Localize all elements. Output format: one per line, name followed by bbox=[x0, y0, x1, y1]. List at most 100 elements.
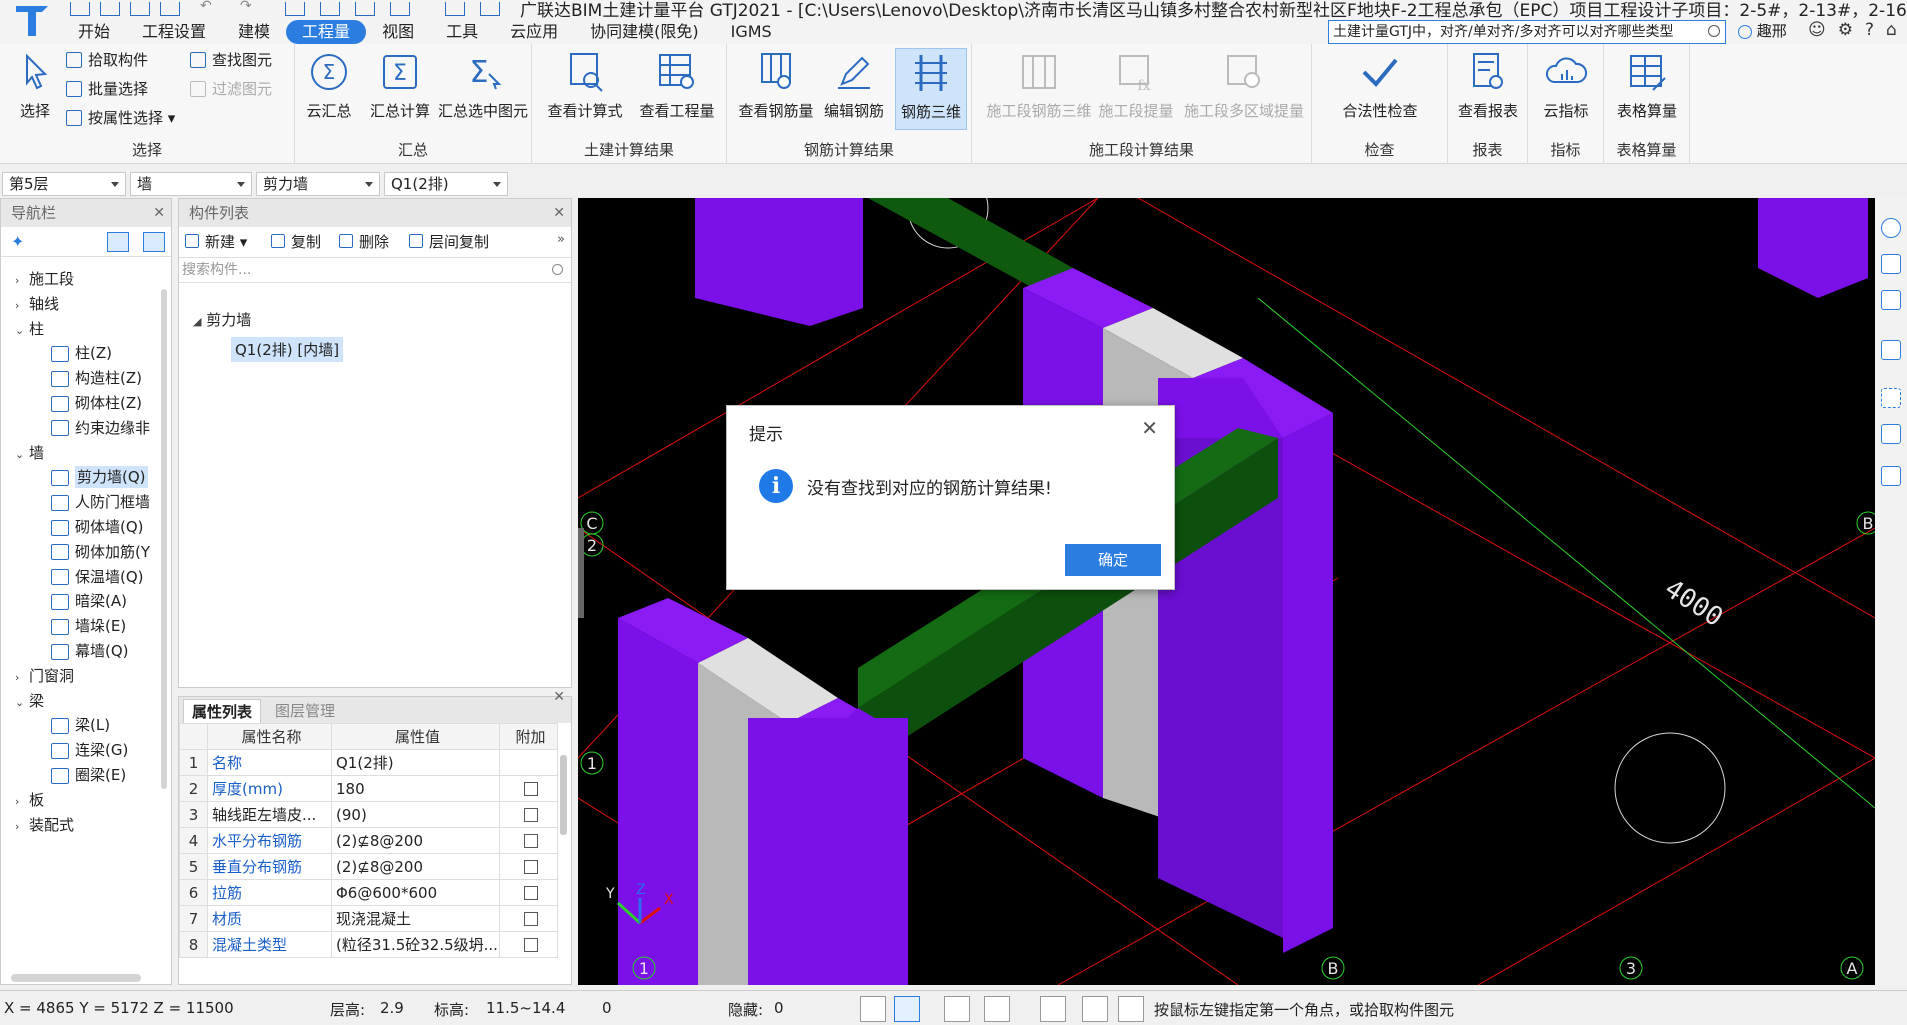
caret-down-icon[interactable]: ⌄ bbox=[15, 441, 29, 469]
view-quantity-icon[interactable] bbox=[355, 2, 375, 16]
new-file-icon[interactable] bbox=[70, 2, 90, 16]
cloud-index-button[interactable]: 云指标 bbox=[1532, 48, 1600, 130]
property-row[interactable]: 1 名称 Q1(2排) bbox=[179, 749, 558, 776]
cube-view-icon[interactable] bbox=[1881, 424, 1901, 444]
list-view-icon[interactable] bbox=[107, 232, 129, 252]
property-row[interactable]: 5 垂直分布钢筋 (2)⊈8@200 bbox=[179, 853, 558, 880]
view-quantity-button[interactable]: 查看工程量 bbox=[632, 48, 722, 130]
stage-quantity-button[interactable]: fx 施工段提量 bbox=[1094, 48, 1178, 130]
view-formula-icon[interactable] bbox=[320, 2, 340, 16]
caret-down-icon[interactable]: ⌄ bbox=[15, 689, 29, 717]
component-item[interactable]: Q1(2排) [内墙] bbox=[231, 337, 344, 362]
sum-icon[interactable] bbox=[285, 2, 305, 16]
select-button[interactable]: 选择 bbox=[4, 48, 66, 130]
delete-component-button[interactable]: 删除 bbox=[337, 231, 389, 252]
caret-down-icon[interactable]: ⌄ bbox=[15, 317, 29, 345]
offset-icon[interactable] bbox=[1040, 996, 1066, 1022]
table-quantity-button[interactable]: 表格算量 bbox=[1608, 48, 1686, 130]
nav-tree-category[interactable]: ⌄ 梁 bbox=[15, 687, 44, 715]
nav-tree-category[interactable]: ⌄ 墙 bbox=[15, 439, 44, 467]
snap-icon[interactable] bbox=[894, 996, 920, 1022]
detail-view-icon[interactable] bbox=[143, 232, 165, 252]
nav-tree-item[interactable]: 砌体墙(Q) bbox=[51, 513, 144, 541]
close-icon[interactable]: ✕ bbox=[1141, 418, 1158, 438]
ortho-icon[interactable] bbox=[860, 996, 886, 1022]
close-icon[interactable]: ✕ bbox=[553, 199, 565, 227]
view-report-button[interactable]: 查看报表 bbox=[1452, 48, 1524, 130]
nav-tree-category[interactable]: › 板 bbox=[15, 786, 44, 814]
floor-copy-button[interactable]: 层间复制 bbox=[407, 231, 489, 252]
search-icon[interactable] bbox=[1708, 25, 1720, 37]
nav-tree-category[interactable]: › 施工段 bbox=[15, 265, 74, 293]
filter-element-button[interactable]: 过滤图元 bbox=[188, 77, 272, 101]
rebar-3d-icon[interactable] bbox=[445, 2, 465, 16]
save-as-icon[interactable] bbox=[160, 2, 180, 16]
nav-tree-item[interactable]: 构造柱(Z) bbox=[51, 364, 142, 392]
rebar-3d-button[interactable]: 钢筋三维 bbox=[895, 48, 967, 130]
tab-property-list[interactable]: 属性列表 bbox=[183, 699, 262, 723]
tab-layer-management[interactable]: 图层管理 bbox=[267, 699, 343, 723]
more-icon[interactable]: » bbox=[557, 232, 565, 247]
open-file-icon[interactable] bbox=[100, 2, 120, 16]
help-search-input[interactable]: 土建计量GTJ中，对齐/单对齐/多对齐可以对齐哪些类型 bbox=[1328, 20, 1726, 44]
find-element-button[interactable]: 查找图元 bbox=[188, 48, 272, 72]
nav-tree-category[interactable]: › 轴线 bbox=[15, 290, 59, 318]
summary-calc-button[interactable]: Σ 汇总计算 bbox=[363, 48, 437, 130]
close-icon[interactable]: ✕ bbox=[153, 199, 165, 227]
viewport-splitter[interactable] bbox=[578, 528, 584, 618]
nav-tree-item[interactable]: 砌体加筋(Y bbox=[51, 538, 150, 566]
property-row[interactable]: 2 厚度(mm) 180 bbox=[179, 775, 558, 802]
legality-check-button[interactable]: 合法性检查 bbox=[1330, 48, 1430, 130]
floor-select[interactable]: 第5层 bbox=[2, 172, 126, 196]
category-select[interactable]: 墙 bbox=[130, 172, 252, 196]
view-rebar-icon[interactable] bbox=[390, 2, 410, 16]
model-canvas[interactable]: 4000 C 2 1 1 B 3 A B Y Z X bbox=[578, 198, 1875, 985]
nav-tree-item[interactable]: 人防门框墙 bbox=[51, 488, 150, 516]
property-row[interactable]: 4 水平分布钢筋 (2)⊈8@200 bbox=[179, 827, 558, 854]
menu-collab[interactable]: 协同建模(限免) bbox=[574, 20, 715, 44]
property-value[interactable]: (90) bbox=[331, 801, 500, 828]
nav-tree-item[interactable]: 圈梁(E) bbox=[51, 761, 126, 789]
orbit-icon[interactable] bbox=[1881, 218, 1901, 238]
nav-tree-category[interactable]: ⌄ 柱 bbox=[15, 315, 44, 343]
save-icon[interactable] bbox=[130, 2, 150, 16]
close-icon[interactable]: ✕ bbox=[553, 689, 565, 705]
property-row[interactable]: 7 材质 现浇混凝土 bbox=[179, 905, 558, 932]
nav-tree-item[interactable]: 暗梁(A) bbox=[51, 587, 127, 615]
component-select[interactable]: Q1(2排) bbox=[384, 172, 508, 196]
zoom-window-icon[interactable] bbox=[1881, 388, 1901, 408]
property-value[interactable]: 现浇混凝土 bbox=[331, 905, 500, 932]
redo-icon[interactable]: ↷ bbox=[240, 0, 260, 14]
settings-icon[interactable]: ⚙ bbox=[1838, 20, 1853, 40]
menu-tools[interactable]: 工具 bbox=[430, 20, 494, 44]
cloud-summary-button[interactable]: Σ 云汇总 bbox=[297, 48, 361, 130]
attach-checkbox[interactable] bbox=[523, 885, 538, 900]
home-icon[interactable]: ⌂ bbox=[1886, 20, 1897, 40]
search-icon[interactable] bbox=[552, 264, 563, 275]
stage-multi-area-button[interactable]: 施工段多区域提量 bbox=[1180, 48, 1308, 130]
attach-checkbox[interactable] bbox=[523, 833, 538, 848]
cross-icon[interactable] bbox=[944, 996, 970, 1022]
nav-tree-item[interactable]: 墙垛(E) bbox=[51, 612, 126, 640]
nav-hscrollbar[interactable] bbox=[11, 974, 141, 982]
property-value[interactable]: (2)⊈8@200 bbox=[331, 827, 500, 854]
menu-quantities[interactable]: 工程量 bbox=[286, 20, 367, 44]
nav-tree-item[interactable]: 保温墙(Q) bbox=[51, 563, 144, 591]
list-icon[interactable] bbox=[1881, 466, 1901, 486]
user-account[interactable]: 趣邢 bbox=[1738, 20, 1787, 41]
property-value[interactable]: (粒径31.5砼32.5级坍... bbox=[331, 931, 500, 958]
view-formula-button[interactable]: 查看计算式 bbox=[542, 48, 628, 130]
property-scrollbar[interactable] bbox=[560, 755, 567, 835]
copy-component-button[interactable]: 复制 bbox=[269, 231, 321, 252]
nav-tree-category[interactable]: › 装配式 bbox=[15, 811, 74, 839]
nav-tree-item[interactable]: 剪力墙(Q) bbox=[51, 463, 148, 491]
property-value[interactable]: 180 bbox=[331, 775, 500, 802]
ok-button[interactable]: 确定 bbox=[1065, 544, 1161, 576]
component-group[interactable]: ◢ 剪力墙 bbox=[193, 309, 251, 330]
attach-checkbox[interactable] bbox=[523, 859, 538, 874]
select-by-property-button[interactable]: 按属性选择 ▾ bbox=[64, 106, 175, 130]
new-component-button[interactable]: 新建 ▾ bbox=[183, 231, 247, 252]
nav-tree-item[interactable]: 柱(Z) bbox=[51, 339, 112, 367]
3d-view-icon[interactable] bbox=[1881, 290, 1901, 310]
nav-tree-item[interactable]: 砌体柱(Z) bbox=[51, 389, 142, 417]
